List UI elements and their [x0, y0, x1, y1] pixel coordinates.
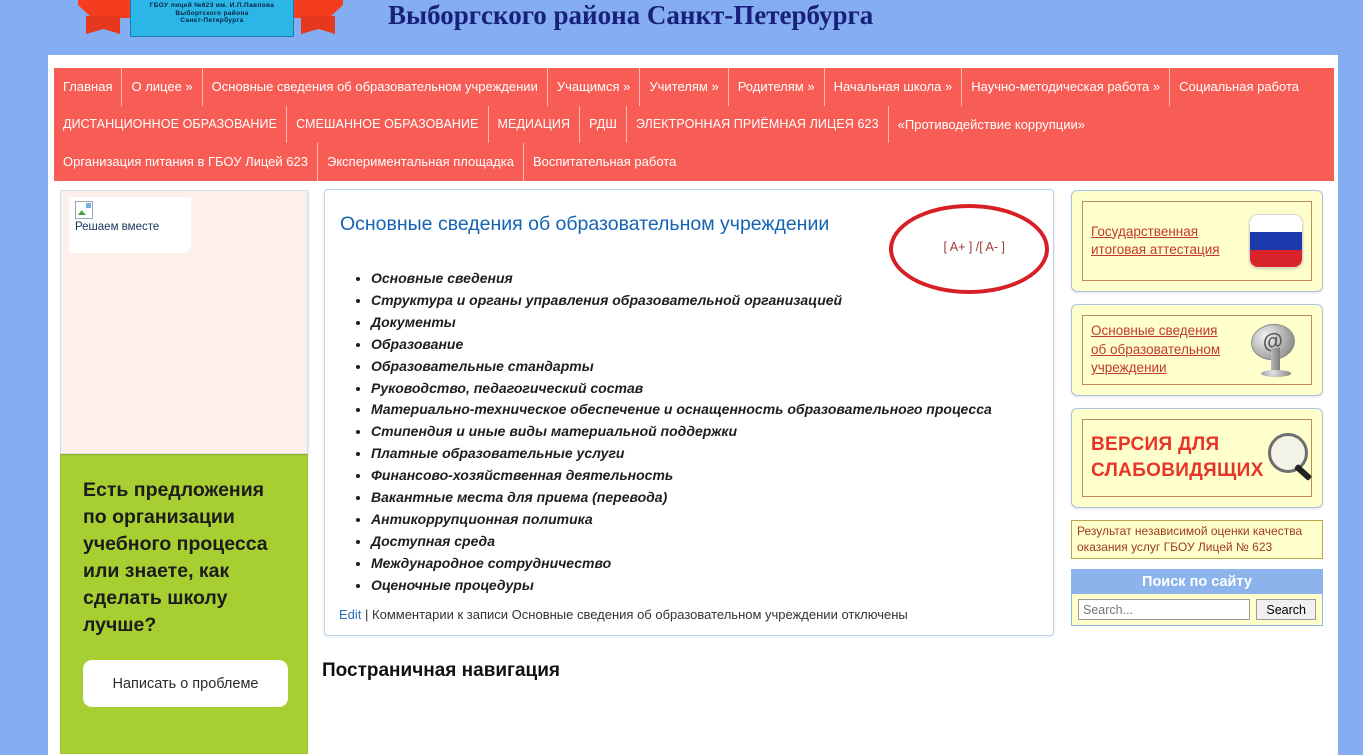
banner-gia-inner: Государственная итоговая аттестация [1082, 201, 1312, 281]
comments-closed-note: | Комментарии к записи Основные сведения… [365, 607, 908, 622]
list-item[interactable]: Международное сотрудничество [371, 553, 1037, 575]
logo-line-1: ГБОУ лицей №623 им. И.П.Павлова [149, 1, 275, 9]
list-item[interactable]: Материально-техническое обеспечение и ос… [371, 399, 1037, 421]
pagination-heading: Постраничная навигация [322, 660, 560, 681]
nav-item-home[interactable]: Главная [54, 68, 123, 106]
nav-item-primary-school[interactable]: Начальная школа » [825, 68, 963, 106]
list-item[interactable]: Образование [371, 334, 1037, 356]
banner-basic-info-line-3: учреждении [1091, 360, 1167, 376]
main-navigation: Главная О лицее » Основные сведения об о… [54, 68, 1334, 181]
banner-gia-line-2: итоговая аттестация [1091, 242, 1220, 257]
feedback-promo-text: Есть предложения по организации учебного… [83, 479, 268, 636]
main-content-panel: Основные сведения об образовательном учр… [324, 189, 1054, 636]
nav-item-experimental-site[interactable]: Экспериментальная площадка [318, 143, 524, 181]
reshaem-vmeste-widget: Решаем вместе [60, 190, 308, 454]
page-title: Основные сведения об образовательном учр… [340, 213, 830, 236]
logo-line-3: Санкт-Петербурга [180, 17, 244, 25]
nav-row-1: Главная О лицее » Основные сведения об о… [54, 68, 1334, 106]
nav-item-blended-education[interactable]: СМЕШАННОЕ ОБРАЗОВАНИЕ [287, 105, 489, 144]
list-item[interactable]: Образовательные стандарты [371, 356, 1037, 378]
list-item[interactable]: Основные сведения [371, 268, 1037, 290]
list-item[interactable]: Доступная среда [371, 531, 1037, 553]
site-header: ГБОУ лицей №623 им. И.П.Павлова Выборгск… [0, 0, 1363, 55]
list-item[interactable]: Оценочные процедуры [371, 575, 1037, 597]
nav-row-3: Организация питания в ГБОУ Лицей 623 Экс… [54, 143, 1334, 181]
banner-basic-info[interactable]: Основные сведения об образовательном учр… [1071, 304, 1323, 396]
banner-basic-info-inner: Основные сведения об образовательном учр… [1082, 315, 1312, 385]
nav-item-students[interactable]: Учащимся » [548, 68, 641, 106]
nav-item-about[interactable]: О лицее » [122, 68, 203, 106]
school-logo[interactable]: ГБОУ лицей №623 им. И.П.Павлова Выборгск… [78, 0, 343, 42]
banner-basic-info-line-1: Основные сведения [1091, 323, 1218, 339]
list-item[interactable]: Финансово-хозяйственная деятельность [371, 465, 1037, 487]
site-search-widget: Поиск по сайту Search [1071, 569, 1323, 627]
nav-row-2: ДИСТАНЦИОННОЕ ОБРАЗОВАНИЕ СМЕШАННОЕ ОБРА… [54, 105, 1334, 144]
nav-item-anticorruption[interactable]: «Противодействие коррупции» [889, 106, 1094, 144]
nok-rating-link[interactable]: Результат независимой оценки качества ок… [1071, 520, 1323, 560]
search-button[interactable]: Search [1256, 599, 1316, 621]
banner-basic-info-text: Основные сведения об образовательном учр… [1091, 322, 1220, 377]
font-size-control[interactable]: [ A+ ] /[ A- ] [944, 240, 1006, 254]
page-root: ГБОУ лицей №623 им. И.П.Павлова Выборгск… [0, 0, 1363, 755]
nav-item-educational-work[interactable]: Воспитательная работа [524, 143, 685, 181]
broken-image-icon [75, 201, 93, 219]
nav-item-parents[interactable]: Родителям » [729, 68, 825, 106]
nav-item-social-work[interactable]: Социальная работа [1170, 68, 1308, 106]
banner-basic-info-line-2: об образовательном [1091, 341, 1221, 357]
list-item[interactable]: Стипендия и иные виды материальной подде… [371, 421, 1037, 443]
report-problem-button[interactable]: Написать о проблеме [83, 660, 288, 708]
list-item[interactable]: Антикоррупционная политика [371, 509, 1037, 531]
nav-item-catering[interactable]: Организация питания в ГБОУ Лицей 623 [54, 143, 318, 181]
ribbon-tail-left-icon [86, 16, 120, 34]
left-sidebar: Решаем вместе Есть предложения по органи… [60, 190, 308, 754]
nav-item-rdsh[interactable]: РДШ [580, 105, 627, 144]
post-meta: Edit | Комментарии к записи Основные све… [339, 607, 908, 622]
banner-gia-text: Государственная итоговая аттестация [1091, 223, 1220, 260]
banner-visually-impaired-text: ВЕРСИЯ ДЛЯ СЛАБОВИДЯЩИХ [1091, 432, 1264, 484]
list-item[interactable]: Структура и органы управления образовате… [371, 290, 1037, 312]
nav-item-methodical-work[interactable]: Научно-методическая работа » [962, 68, 1171, 106]
banner-vision-line-2: СЛАБОВИДЯЩИХ [1091, 460, 1264, 481]
logo-plate: ГБОУ лицей №623 им. И.П.Павлова Выборгск… [130, 0, 294, 37]
banner-visually-impaired[interactable]: ВЕРСИЯ ДЛЯ СЛАБОВИДЯЩИХ [1071, 408, 1323, 508]
nav-item-basic-info[interactable]: Основные сведения об образовательном учр… [203, 68, 548, 106]
edit-link[interactable]: Edit [339, 607, 361, 622]
banner-vision-line-1: ВЕРСИЯ ДЛЯ [1091, 434, 1220, 456]
nav-item-electronic-reception[interactable]: ЭЛЕКТРОННАЯ ПРИЁМНАЯ ЛИЦЕЯ 623 [627, 105, 889, 144]
broken-image-alt-text: Решаем вместе [75, 221, 160, 233]
site-search-title: Поиск по сайту [1072, 570, 1322, 595]
search-input[interactable] [1078, 599, 1251, 621]
list-item[interactable]: Руководство, педагогический состав [371, 378, 1037, 400]
russian-flag-icon [1249, 214, 1303, 268]
basic-info-list: Основные сведения Структура и органы упр… [343, 268, 1037, 597]
site-search-body: Search [1072, 594, 1322, 626]
banner-gia[interactable]: Государственная итоговая аттестация [1071, 190, 1323, 292]
nav-item-mediation[interactable]: МЕДИАЦИЯ [489, 105, 581, 144]
list-item[interactable]: Платные образовательные услуги [371, 443, 1037, 465]
site-title: Выборгского района Санкт-Петербурга [388, 0, 874, 30]
magnifier-icon [1264, 431, 1318, 485]
banner-visually-impaired-inner: ВЕРСИЯ ДЛЯ СЛАБОВИДЯЩИХ [1082, 419, 1312, 497]
list-item[interactable]: Документы [371, 312, 1037, 334]
broken-image-placeholder[interactable]: Решаем вместе [69, 197, 191, 253]
right-sidebar: Государственная итоговая аттестация Осно… [1071, 190, 1323, 627]
at-sign-icon: @ [1247, 321, 1303, 378]
feedback-promo-widget: Есть предложения по организации учебного… [60, 454, 308, 754]
nav-item-distance-education[interactable]: ДИСТАНЦИОННОЕ ОБРАЗОВАНИЕ [54, 105, 288, 144]
banner-gia-line-1: Государственная [1091, 223, 1199, 239]
nav-item-teachers[interactable]: Учителям » [640, 68, 729, 106]
ribbon-tail-right-icon [301, 16, 335, 34]
list-item[interactable]: Вакантные места для приема (перевода) [371, 487, 1037, 509]
